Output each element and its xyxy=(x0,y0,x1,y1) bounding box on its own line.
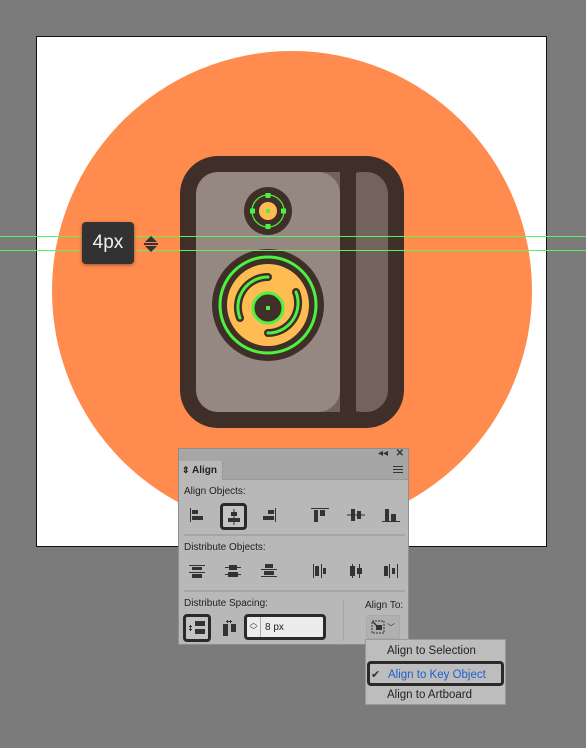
vertical-distribute-space-button[interactable] xyxy=(183,614,211,642)
horizontal-align-left-icon xyxy=(190,508,203,522)
horizontal-distribute-left-button[interactable] xyxy=(307,559,333,583)
checkmark-icon: ✔ xyxy=(371,669,381,681)
chevron-down-icon: ﹀ xyxy=(387,622,395,632)
spacing-stepper[interactable]: ︿ ﹀ xyxy=(247,617,261,637)
vertical-align-bottom-button[interactable] xyxy=(378,503,404,527)
tab-align-label: Align xyxy=(191,465,217,476)
horizontal-align-right-button[interactable] xyxy=(256,503,282,527)
horizontal-distribute-space-button[interactable] xyxy=(217,616,243,640)
menu-item-label: Align to Artboard xyxy=(387,689,473,701)
horizontal-distribute-space-icon xyxy=(223,620,236,636)
speaker-divider xyxy=(340,156,356,428)
horizontal-distribute-right-button[interactable] xyxy=(378,559,404,583)
menu-item-label: Align to Selection xyxy=(387,645,476,657)
spacing-input[interactable] xyxy=(261,620,323,634)
anchor-point[interactable] xyxy=(265,193,271,198)
distribute-objects-label: Distribute Objects: xyxy=(184,542,266,553)
vertical-align-center-button[interactable] xyxy=(343,503,369,527)
spacing-field[interactable]: ︿ ﹀ xyxy=(244,614,326,640)
menu-item-label: Align to Key Object xyxy=(388,669,486,681)
center-point xyxy=(266,209,270,213)
close-icon[interactable]: ✕ xyxy=(396,448,404,459)
double-chevron-left-icon[interactable]: ◂◂ xyxy=(378,448,388,459)
menu-item-align-to-artboard[interactable]: Align to Artboard xyxy=(366,685,505,705)
vertical-distribute-top-icon xyxy=(189,565,205,578)
vertical-align-bottom-icon xyxy=(382,509,400,522)
anchor-point[interactable] xyxy=(250,208,255,214)
key-object-icon xyxy=(371,620,385,634)
hamburger-menu-icon[interactable] xyxy=(393,466,403,475)
menu-item-align-to-selection[interactable]: Align to Selection xyxy=(366,641,505,661)
vertical-align-top-icon xyxy=(311,508,329,522)
anchor-point[interactable] xyxy=(265,224,271,229)
vertical-distribute-bottom-button[interactable] xyxy=(256,559,282,583)
tab-align[interactable]: ⇕ Align xyxy=(179,461,223,480)
horizontal-distribute-left-icon xyxy=(313,564,326,578)
align-objects-label: Align Objects: xyxy=(184,486,246,497)
horizontal-align-left-button[interactable] xyxy=(184,503,210,527)
vertical-distribute-top-button[interactable] xyxy=(184,559,210,583)
chevron-down-icon[interactable]: ﹀ xyxy=(250,627,258,635)
vertical-align-top-button[interactable] xyxy=(307,503,333,527)
horizontal-distribute-center-icon xyxy=(350,564,362,578)
divider xyxy=(184,590,405,592)
vertical-align-center-icon xyxy=(347,509,365,521)
horizontal-distribute-right-icon xyxy=(384,564,398,578)
vertical-distribute-space-icon xyxy=(189,621,205,634)
anchor-point[interactable] xyxy=(281,208,286,214)
horizontal-align-right-icon xyxy=(263,508,276,522)
horizontal-align-center-button[interactable] xyxy=(220,503,247,530)
distance-tooltip: 4px xyxy=(82,222,134,264)
panel-titlebar[interactable]: ◂◂ ✕ xyxy=(179,448,408,461)
align-to-menu: Align to Selection ✔ Align to Key Object… xyxy=(365,639,506,705)
panel-tab-row: ⇕ Align xyxy=(179,461,408,480)
center-point xyxy=(266,306,270,310)
align-panel: ◂◂ ✕ ⇕ Align Align Objects: Distribute O… xyxy=(178,448,409,645)
divider xyxy=(184,534,405,536)
vertical-distribute-center-icon xyxy=(225,565,241,577)
divider-vertical xyxy=(343,599,344,641)
vertical-distance-icon xyxy=(144,236,158,252)
updown-arrows-icon: ⇕ xyxy=(182,465,190,475)
align-to-dropdown-button[interactable]: ﹀ xyxy=(366,615,400,639)
horizontal-align-center-icon xyxy=(227,508,240,525)
align-to-label: Align To: xyxy=(365,600,404,611)
distribute-spacing-label: Distribute Spacing: xyxy=(184,598,268,609)
vertical-distribute-bottom-icon xyxy=(261,564,277,577)
vertical-distribute-center-button[interactable] xyxy=(220,559,246,583)
menu-item-align-to-key-object[interactable]: ✔ Align to Key Object xyxy=(367,661,504,686)
horizontal-distribute-center-button[interactable] xyxy=(343,559,369,583)
